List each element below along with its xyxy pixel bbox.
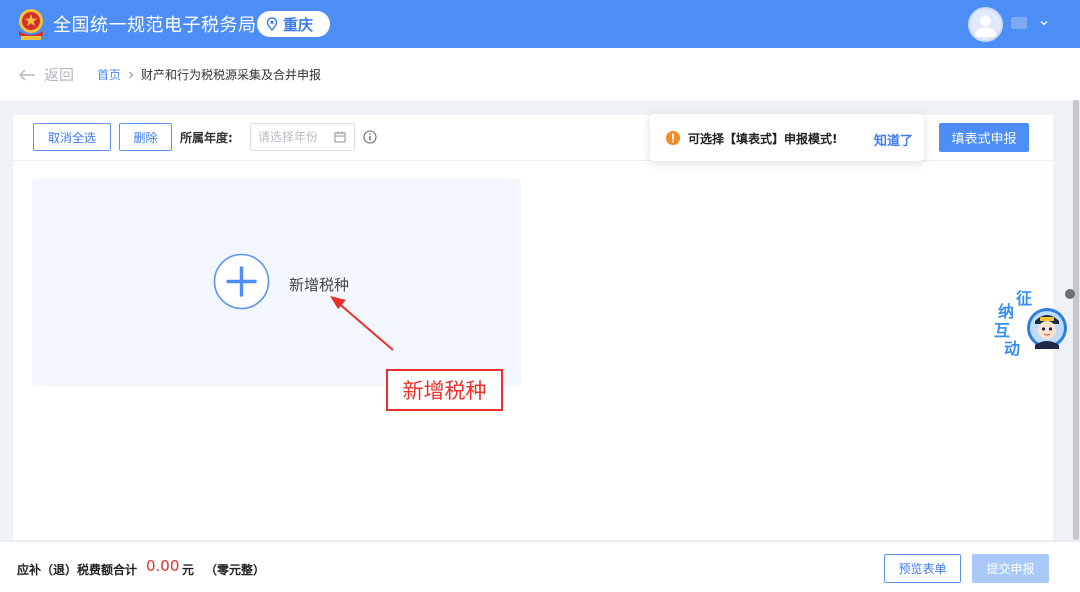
location-pin-icon: [266, 17, 278, 31]
year-picker[interactable]: [250, 123, 355, 151]
total-amount: 0.00: [146, 557, 180, 575]
breadcrumb-current: 财产和行为税税源采集及合并申报: [141, 68, 322, 82]
region-selector[interactable]: 重庆: [257, 11, 330, 37]
tip-dismiss-link[interactable]: 知道了: [874, 130, 913, 149]
add-tax-type-label[interactable]: 新增税种: [289, 274, 349, 295]
cancel-select-all-button[interactable]: 取消全选: [33, 123, 111, 151]
total-label: 应补（退）税费额合计: [17, 563, 138, 577]
user-name-masked[interactable]: [1011, 17, 1027, 29]
warning-icon: [666, 131, 680, 145]
submit-filing-button[interactable]: 提交申报: [972, 554, 1049, 583]
breadcrumb: 首页 财产和行为税税源采集及合并申报: [97, 66, 321, 83]
widget-collapse-dot[interactable]: [1065, 289, 1075, 299]
arrow-left-icon: [19, 69, 35, 80]
user-avatar-icon[interactable]: [968, 7, 1003, 42]
tip-message: 可选择【填表式】申报模式!: [688, 132, 838, 146]
delete-button[interactable]: 删除: [119, 123, 172, 151]
footer-bar: 应补（退）税费额合计 0.00 元 （零元整） 预览表单 提交申报: [0, 541, 1080, 592]
vertical-scrollbar[interactable]: [1072, 100, 1080, 540]
mode-tip-popover: 可选择【填表式】申报模式! 知道了: [650, 114, 924, 161]
breadcrumb-home[interactable]: 首页: [97, 66, 121, 83]
chevron-down-icon[interactable]: [1039, 18, 1049, 28]
form-filing-button[interactable]: 填表式申报: [939, 123, 1029, 152]
tax-interaction-widget[interactable]: 征 纳 互 动: [987, 285, 1069, 359]
plus-circle-icon[interactable]: [213, 253, 270, 310]
preview-form-button[interactable]: 预览表单: [884, 554, 961, 583]
top-header: 全国统一规范电子税务局 重庆: [0, 0, 1080, 48]
nav-bar: 返回 首页 财产和行为税税源采集及合并申报: [0, 48, 1080, 100]
back-label: 返回: [44, 66, 75, 84]
scrollbar-thumb[interactable]: [1073, 100, 1079, 540]
widget-char-4: 动: [1004, 339, 1021, 358]
app-title: 全国统一规范电子税务局: [53, 15, 257, 36]
info-icon[interactable]: [363, 130, 377, 144]
calendar-icon[interactable]: [334, 131, 346, 143]
year-label: 所属年度:: [180, 131, 233, 145]
chevron-right-icon: [129, 71, 134, 78]
back-button[interactable]: 返回: [18, 64, 74, 85]
main-panel: 取消全选 删除 所属年度: 填表式申报 新增税种: [13, 115, 1053, 540]
annotation-callout: 新增税种: [386, 369, 503, 411]
mascot-icon: [1027, 308, 1067, 349]
national-emblem-icon: [19, 9, 43, 40]
total-unit: 元: [182, 563, 195, 577]
add-tax-type-card[interactable]: 新增税种: [32, 179, 521, 386]
total-in-words: （零元整）: [205, 563, 266, 577]
year-input[interactable]: [258, 130, 330, 144]
region-label: 重庆: [283, 15, 314, 34]
